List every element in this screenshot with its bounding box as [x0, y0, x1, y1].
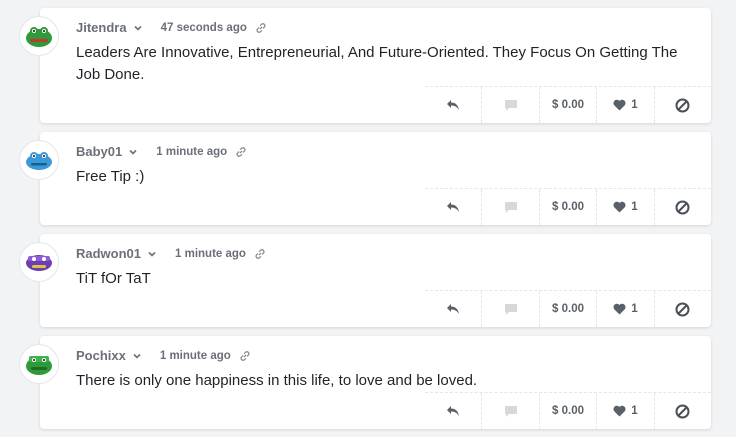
- comment-icon: [504, 201, 517, 213]
- block-button[interactable]: [653, 291, 711, 327]
- username[interactable]: Radwon01: [76, 246, 141, 261]
- tip-button[interactable]: $ 0.00: [538, 189, 596, 225]
- tip-button[interactable]: $ 0.00: [538, 393, 596, 429]
- timestamp[interactable]: 1 minute ago: [175, 248, 246, 260]
- comment-header: Baby01 1 minute ago: [76, 144, 247, 159]
- block-icon: [675, 200, 690, 214]
- avatar[interactable]: [19, 140, 59, 180]
- comment-card: Radwon01 1 minute ago TiT fOr TaT $ 0.00…: [19, 234, 711, 327]
- comment-card: Pochixx 1 minute ago There is only one h…: [19, 336, 711, 429]
- like-button[interactable]: 1: [596, 189, 653, 225]
- link-icon[interactable]: [254, 248, 266, 260]
- action-bar: $ 0.00 1: [425, 290, 711, 327]
- link-icon[interactable]: [255, 22, 267, 34]
- comment-icon: [504, 405, 517, 417]
- comment-icon: [504, 303, 517, 315]
- timestamp[interactable]: 1 minute ago: [156, 146, 227, 158]
- reply-icon: [447, 406, 460, 416]
- reply-icon: [447, 202, 460, 212]
- username[interactable]: Pochixx: [76, 348, 126, 363]
- comment-icon: [504, 99, 517, 111]
- like-button[interactable]: 1: [596, 87, 653, 123]
- action-bar: $ 0.00 1: [425, 86, 711, 123]
- block-icon: [675, 404, 690, 418]
- comment-card: Jitendra 47 seconds ago Leaders Are Inno…: [19, 8, 711, 123]
- comment-header: Pochixx 1 minute ago: [76, 348, 251, 363]
- username[interactable]: Jitendra: [76, 20, 127, 35]
- block-icon: [675, 98, 690, 112]
- comment-header: Radwon01 1 minute ago: [76, 246, 266, 261]
- reply-button[interactable]: [425, 291, 481, 327]
- comment-text: Free Tip :): [76, 168, 145, 185]
- comment-header: Jitendra 47 seconds ago: [76, 20, 267, 35]
- block-button[interactable]: [653, 393, 711, 429]
- reply-button[interactable]: [425, 87, 481, 123]
- reply-icon: [447, 100, 460, 110]
- comment-button[interactable]: [481, 393, 538, 429]
- tip-button[interactable]: $ 0.00: [538, 291, 596, 327]
- chevron-down-icon[interactable]: [128, 147, 138, 157]
- like-button[interactable]: 1: [596, 291, 653, 327]
- reply-button[interactable]: [425, 393, 481, 429]
- frog-avatar-icon: [26, 27, 52, 47]
- like-button[interactable]: 1: [596, 393, 653, 429]
- action-bar: $ 0.00 1: [425, 392, 711, 429]
- heart-icon: [613, 99, 626, 111]
- tip-amount: $ 0.00: [552, 201, 584, 213]
- timestamp[interactable]: 47 seconds ago: [161, 22, 247, 34]
- like-count: 1: [631, 405, 638, 417]
- comment-card: Baby01 1 minute ago Free Tip :) $ 0.00 1: [19, 132, 711, 225]
- link-icon[interactable]: [235, 146, 247, 158]
- chevron-down-icon[interactable]: [132, 351, 142, 361]
- like-count: 1: [631, 99, 638, 111]
- heart-icon: [613, 303, 626, 315]
- tip-amount: $ 0.00: [552, 405, 584, 417]
- username[interactable]: Baby01: [76, 144, 122, 159]
- comment-button[interactable]: [481, 291, 538, 327]
- timestamp[interactable]: 1 minute ago: [160, 350, 231, 362]
- avatar[interactable]: [19, 242, 59, 282]
- comment-text: There is only one happiness in this life…: [76, 372, 478, 389]
- reply-button[interactable]: [425, 189, 481, 225]
- block-button[interactable]: [653, 189, 711, 225]
- heart-icon: [613, 201, 626, 213]
- tip-amount: $ 0.00: [552, 303, 584, 315]
- avatar[interactable]: [19, 16, 59, 56]
- comment-button[interactable]: [481, 87, 538, 123]
- frog-avatar-icon: [26, 255, 52, 271]
- comment-button[interactable]: [481, 189, 538, 225]
- block-button[interactable]: [653, 87, 711, 123]
- reply-icon: [447, 304, 460, 314]
- tip-amount: $ 0.00: [552, 99, 584, 111]
- comment-text: TiT fOr TaT: [76, 270, 151, 287]
- tip-button[interactable]: $ 0.00: [538, 87, 596, 123]
- frog-avatar-icon: [26, 356, 52, 375]
- comment-feed: Jitendra 47 seconds ago Leaders Are Inno…: [0, 0, 736, 437]
- heart-icon: [613, 405, 626, 417]
- frog-avatar-icon: [26, 152, 52, 170]
- block-icon: [675, 302, 690, 316]
- chevron-down-icon[interactable]: [147, 249, 157, 259]
- avatar[interactable]: [19, 344, 59, 384]
- like-count: 1: [631, 201, 638, 213]
- like-count: 1: [631, 303, 638, 315]
- link-icon[interactable]: [239, 350, 251, 362]
- comment-text: Leaders Are Innovative, Entrepreneurial,…: [76, 44, 678, 83]
- chevron-down-icon[interactable]: [133, 23, 143, 33]
- action-bar: $ 0.00 1: [425, 188, 711, 225]
